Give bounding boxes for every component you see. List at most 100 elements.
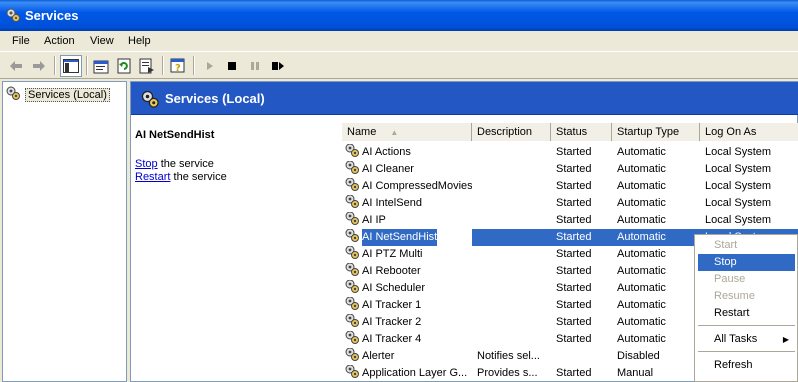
show-hide-tree-icon[interactable] [60, 55, 82, 77]
service-gear-icon [344, 178, 360, 195]
service-description [472, 212, 551, 229]
stop-service-icon[interactable] [221, 55, 243, 77]
service-name-cell: Application Layer G... [344, 365, 472, 381]
column-header-status[interactable]: Status [551, 123, 612, 141]
services-app-icon [5, 7, 21, 26]
restart-link-suffix: the service [173, 171, 227, 183]
service-startup-type: Automatic [617, 299, 666, 311]
service-name-cell: AI PTZ Multi [344, 246, 472, 263]
context-menu-item-pause: Pause [714, 273, 746, 285]
service-log-on-as: Local System [705, 197, 772, 209]
menu-help[interactable]: Help [128, 35, 151, 47]
service-row[interactable]: AI Actions Started Automatic Local System [342, 144, 798, 161]
service-name: AI NetSendHist [362, 229, 438, 246]
menu-view[interactable]: View [90, 35, 114, 47]
service-startup-type: Automatic [617, 180, 666, 192]
context-menu-item-refresh[interactable]: Refresh [698, 357, 795, 374]
pause-service-icon[interactable] [244, 55, 266, 77]
service-description: Notifies sel... [477, 350, 540, 362]
refresh-icon[interactable] [113, 55, 135, 77]
service-gear-icon [344, 161, 360, 178]
service-startup-type: Automatic [617, 333, 666, 345]
column-header-name[interactable]: Name ▲ [342, 123, 472, 141]
service-gear-icon [344, 246, 360, 263]
column-header-description[interactable]: Description [472, 123, 551, 141]
service-gear-icon [344, 263, 360, 280]
service-status: Started [556, 333, 592, 345]
tree-item-services-local[interactable]: Services (Local) [5, 85, 110, 104]
service-name: AI Actions [362, 146, 411, 158]
context-menu-item-all-tasks[interactable]: All Tasks ▶ [698, 331, 795, 348]
service-name-cell: AI Tracker 2 [344, 314, 472, 331]
service-log-on-as: Local System [705, 180, 772, 192]
service-description [472, 178, 551, 195]
title-bar: Services [0, 0, 798, 31]
service-gear-icon [344, 280, 360, 297]
service-description [472, 263, 551, 280]
service-row[interactable]: AI CompressedMovies Started Automatic Local… [342, 178, 798, 195]
stop-service-link[interactable]: Stop [135, 158, 158, 170]
service-name-cell: AI IP [344, 212, 472, 229]
restart-service-link[interactable]: Restart [135, 171, 170, 183]
service-description [472, 280, 551, 297]
console-tree: Services (Local) [2, 81, 127, 382]
toolbar-separator [193, 56, 195, 75]
context-menu-item-restart[interactable]: Restart [698, 305, 795, 322]
service-description [472, 297, 551, 314]
service-status: Started [556, 282, 592, 294]
service-name-cell: AI IntelSend [344, 195, 472, 212]
service-startup-type: Automatic [617, 197, 666, 209]
service-name: AI CompressedMovies [362, 180, 472, 192]
submenu-arrow-icon: ▶ [782, 335, 789, 344]
service-name: AI Rebooter [362, 265, 421, 277]
service-gear-icon [344, 212, 360, 229]
service-status: Started [556, 248, 592, 260]
service-status: Started [556, 214, 592, 226]
properties-icon[interactable] [90, 55, 112, 77]
context-menu-separator [698, 351, 795, 352]
service-row[interactable]: AI IP Started Automatic Local System [342, 212, 798, 229]
restart-service-icon[interactable] [267, 55, 289, 77]
toolbar-separator [54, 56, 56, 75]
service-status: Started [556, 180, 592, 192]
service-name-cell: AI Tracker 1 [344, 297, 472, 314]
window-title: Services [25, 8, 79, 23]
service-startup-type: Manual [617, 367, 654, 379]
export-list-icon[interactable] [136, 55, 158, 77]
service-startup-type: Automatic [617, 265, 666, 277]
svg-text:?: ? [175, 63, 181, 74]
service-gear-icon [344, 195, 360, 212]
stop-action-line: Stop the service [135, 158, 214, 170]
service-log-on-as: Local System [705, 214, 772, 226]
service-gear-icon [344, 297, 360, 314]
toolbar: ? [0, 52, 798, 79]
column-header-startup-type[interactable]: Startup Type [612, 123, 700, 141]
column-header-log-on-as[interactable]: Log On As [700, 123, 798, 141]
service-name-cell: AI Cleaner [344, 161, 472, 178]
service-row[interactable]: AI Cleaner Started Automatic Local System [342, 161, 798, 178]
service-name: AI Scheduler [362, 282, 425, 294]
context-menu-item-stop[interactable]: Stop [698, 254, 795, 271]
start-service-icon[interactable] [199, 55, 221, 77]
service-row[interactable]: AI IntelSend Started Automatic Local System [342, 195, 798, 212]
service-name: AI Tracker 2 [362, 316, 422, 328]
forward-arrow-icon[interactable] [28, 55, 50, 77]
service-status: Started [556, 367, 592, 379]
menu-file[interactable]: File [12, 35, 30, 47]
service-description [472, 144, 551, 161]
service-startup-type: Automatic [612, 229, 700, 246]
sort-ascending-icon: ▲ [390, 128, 399, 137]
services-icon [140, 89, 160, 112]
service-name: AI PTZ Multi [362, 248, 423, 260]
service-name-cell: AI Actions [344, 144, 472, 161]
menu-action[interactable]: Action [44, 35, 75, 47]
help-icon[interactable]: ? [167, 55, 189, 77]
service-log-on-as: Local System [705, 163, 772, 175]
back-arrow-icon[interactable] [5, 55, 27, 77]
service-status: Started [556, 163, 592, 175]
context-menu-separator [698, 325, 795, 326]
context-menu-item-start: Start [714, 239, 738, 251]
service-name: AI IntelSend [362, 197, 422, 209]
service-log-on-as: Local System [705, 146, 772, 158]
service-status: Started [551, 229, 612, 246]
